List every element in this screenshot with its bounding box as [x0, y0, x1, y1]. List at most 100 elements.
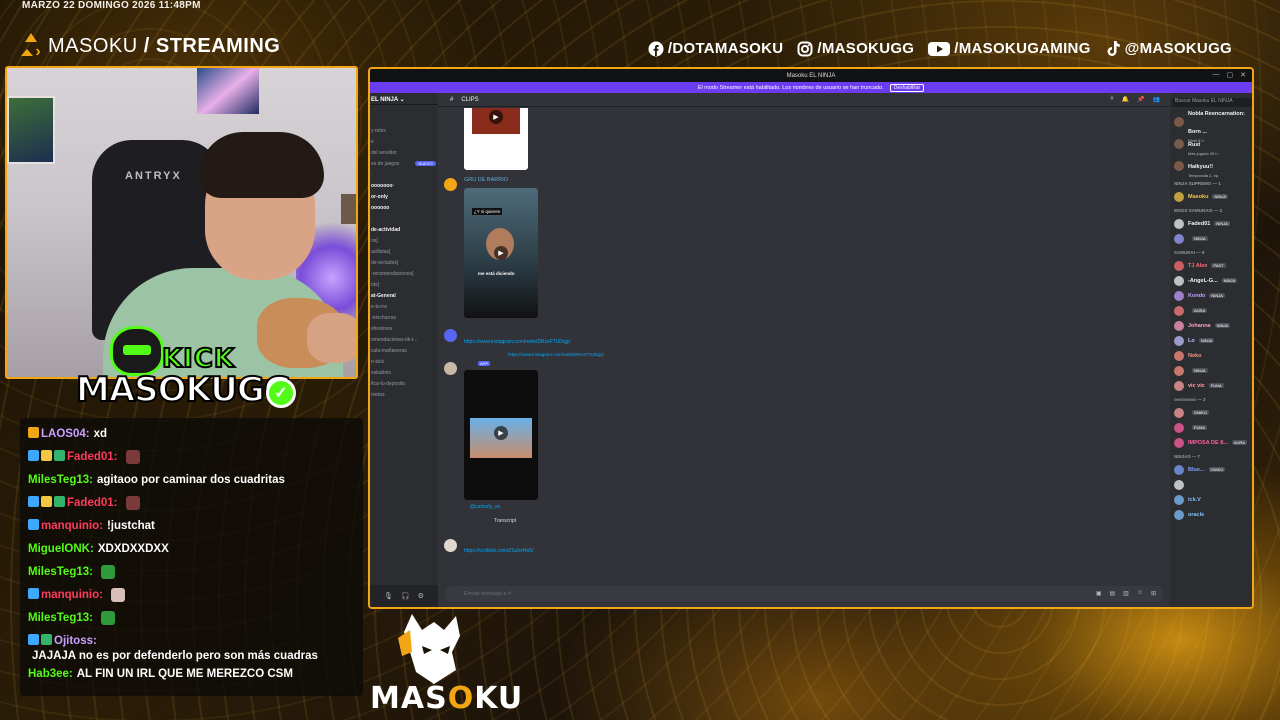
channel-item[interactable]: · [370, 169, 438, 180]
chat-username[interactable]: MiguelONK: [28, 542, 94, 557]
message-link[interactable]: https://vt.tiktok.com/ZSuhxf4x5/ [464, 548, 533, 554]
chat-username[interactable]: MilesTeg13: [28, 611, 93, 626]
video-embed[interactable]: ▶ [464, 370, 538, 500]
member-item[interactable]: Faded01 NINJA [1170, 216, 1252, 231]
chat-username[interactable]: manquinio: [41, 519, 103, 534]
channel-item[interactable]: eskubets [370, 367, 438, 378]
gift-icon[interactable]: ▣ [1096, 590, 1102, 597]
close-icon[interactable]: ✕ [1240, 71, 1246, 79]
minimize-icon[interactable]: — [1213, 71, 1220, 79]
role-tag: AURA [1231, 440, 1247, 445]
channel-item[interactable]: y roles [370, 125, 438, 136]
member-item[interactable]: Lo NINJA [1170, 333, 1252, 348]
member-item[interactable]: NINJA [1170, 231, 1252, 246]
message-author[interactable]: GRU DE BARRIO [464, 177, 508, 183]
channel-item[interactable]: e-tu-ira [370, 301, 438, 312]
apps-icon[interactable]: ⊞ [1151, 590, 1156, 597]
members-icon[interactable]: 👥 [1153, 96, 1160, 103]
channel-item[interactable]: · [370, 213, 438, 224]
channel-item[interactable]: omendaciones-tik-t... [370, 334, 438, 345]
chat-username[interactable]: MilesTeg13: [28, 565, 93, 580]
activity-card[interactable]: Haikyuu!! Temporada 2, ep. [1170, 155, 1252, 178]
member-item[interactable]: ick.V [1170, 492, 1252, 507]
channel-item[interactable]: at-General [370, 290, 438, 301]
chat-username[interactable]: Faded01: [67, 450, 118, 465]
member-item[interactable]: Neko [1170, 348, 1252, 363]
disable-streamer-mode-button[interactable]: Deshabilitar [889, 83, 925, 92]
channel-item[interactable]: -ninchurras [370, 312, 438, 323]
chat-username[interactable]: Ojitoss: [54, 634, 97, 649]
window-controls: — ▢ ✕ [1213, 71, 1247, 79]
channel-item[interactable]: ᴏᴏᴏᴏᴏᴏ [370, 202, 438, 213]
search-input[interactable]: Buscar Masoku EL NINJA [1172, 98, 1252, 107]
channel-item[interactable]: n-kick [370, 356, 438, 367]
sticker-icon[interactable]: ▥ [1123, 590, 1129, 597]
embed-user-link[interactable]: @curiosfy_es [470, 504, 500, 510]
member-item[interactable]: FUNA [1170, 420, 1252, 435]
server-name[interactable]: EL NINJA ⌄ [370, 93, 438, 105]
chat-username[interactable]: Hab3ee: [28, 667, 73, 682]
channel-item[interactable]: os] [370, 235, 438, 246]
avatar[interactable] [444, 178, 457, 191]
discord-bot-avatar[interactable] [444, 329, 457, 342]
channel-item[interactable]: cula-mañaneras [370, 345, 438, 356]
member-item[interactable]: NINJA [1170, 363, 1252, 378]
member-item[interactable]: Kondo NINJA [1170, 288, 1252, 303]
channel-item[interactable]: es de juegos NUEVO [370, 158, 438, 169]
channel-item[interactable]: de-actividad [370, 224, 438, 235]
emoji-icon[interactable]: ☺ [1137, 590, 1143, 597]
message-input[interactable]: Enviar mensaje a # ▣ ▤ ▥ ☺ ⊞ [446, 586, 1162, 602]
channel-item[interactable]: or-only [370, 191, 438, 202]
video-embed[interactable]: ▶ [464, 108, 528, 170]
channel-item[interactable]: efesiones [370, 323, 438, 334]
maximize-icon[interactable]: ▢ [1227, 71, 1234, 79]
channel-item[interactable]: acifistas] [370, 246, 438, 257]
video-embed[interactable]: ¿Y si quieren ▶ me está diciendo [464, 188, 538, 318]
play-icon[interactable]: ▶ [494, 246, 508, 260]
gif-icon[interactable]: ▤ [1109, 590, 1115, 597]
avatar[interactable] [444, 362, 457, 375]
chat-username[interactable]: MilesTeg13: [28, 473, 93, 488]
play-icon[interactable]: ▶ [489, 110, 503, 124]
play-icon[interactable]: ▶ [494, 426, 508, 440]
chat-message: Faded01: [28, 493, 355, 516]
role-tag: FUNA [1192, 425, 1207, 430]
member-item[interactable] [1170, 477, 1252, 492]
member-item[interactable]: oracle [1170, 507, 1252, 522]
member-item[interactable]: Johanna NINJA [1170, 318, 1252, 333]
member-item[interactable]: Masoku NINJA [1170, 189, 1252, 204]
member-item[interactable]: -AngeL-G... NINJA [1170, 273, 1252, 288]
headphones-icon[interactable]: 🎧 [401, 592, 410, 600]
chat-username[interactable]: Faded01: [67, 496, 118, 511]
channel-item[interactable]: metos [370, 389, 438, 400]
facebook-icon [648, 41, 664, 57]
channel-item[interactable]: de-teclados] [370, 257, 438, 268]
chat-username[interactable]: manquinio: [41, 588, 103, 603]
microphone-icon[interactable]: 🎙 [384, 592, 393, 600]
avatar[interactable] [444, 539, 457, 552]
kick-channel-badge: KICK MASOKUGG ✓ [70, 322, 300, 420]
member-item[interactable]: TJ Alex PAST [1170, 258, 1252, 273]
member-item[interactable]: ONIKO [1170, 405, 1252, 420]
channel-item[interactable]: ᴏᴏᴏᴏᴏᴏᴏ· [370, 180, 438, 191]
message-link[interactable]: https://www.instagram.com/reels/DRzxFTUD… [464, 339, 571, 345]
role-tag: NINJA [1214, 323, 1231, 328]
pin-icon[interactable]: 📌 [1137, 96, 1144, 103]
chat-text: agitaoo por caminar dos cuadritas [96, 474, 285, 486]
channel-item[interactable]: fica-tu-deposito [370, 378, 438, 389]
channel-item[interactable]: e [370, 136, 438, 147]
transcript-button[interactable]: Transcript [494, 518, 516, 524]
threads-icon[interactable]: # [1110, 96, 1113, 103]
channel-item[interactable]: -recomendaciones] [370, 268, 438, 279]
channel-item[interactable]: del servidor [370, 147, 438, 158]
member-item[interactable]: vic vic FUNA [1170, 378, 1252, 393]
member-item[interactable]: IMPOSA DE 8... AURA [1170, 435, 1252, 450]
reply-link[interactable]: https://www.instagram.com/reels/DRzxFTUD… [508, 352, 604, 357]
settings-gear-icon[interactable]: ⚙ [418, 592, 424, 600]
member-item[interactable]: AURA [1170, 303, 1252, 318]
bell-icon[interactable]: 🔔 [1122, 96, 1129, 103]
member-item[interactable]: Blue... ONIKO [1170, 462, 1252, 477]
chat-username[interactable]: LAOS04: [41, 427, 90, 442]
channel-item[interactable]: ots] [370, 279, 438, 290]
activity-card[interactable]: Nobla Reencarnation: Born ... Nivel 5 h [1170, 111, 1252, 143]
